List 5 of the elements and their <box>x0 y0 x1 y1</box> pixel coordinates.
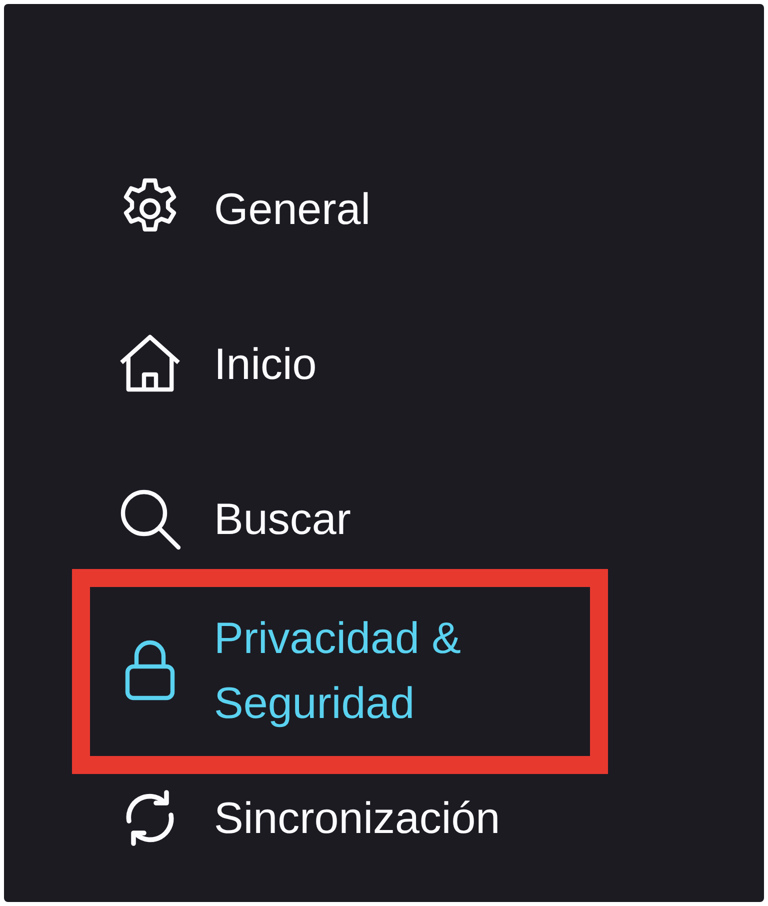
sidebar-item[interactable]: Buscar <box>114 483 351 555</box>
sidebar-item[interactable]: Privacidad & Seguridad <box>114 606 534 736</box>
sidebar-item[interactable]: General <box>114 173 371 245</box>
sidebar-item[interactable]: Sincronización <box>114 782 500 854</box>
sidebar-item[interactable]: Inicio <box>114 328 317 400</box>
